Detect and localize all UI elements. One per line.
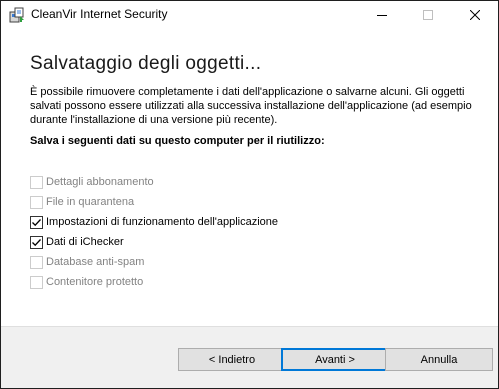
minimize-icon bbox=[377, 7, 387, 25]
wizard-footer: < Indietro Avanti > Annulla bbox=[1, 326, 498, 388]
checkmark-icon bbox=[32, 238, 41, 246]
window-title: CleanVir Internet Security bbox=[31, 7, 168, 21]
quarantine-files-checkbox bbox=[30, 195, 43, 209]
setup-installer-icon bbox=[9, 7, 25, 23]
antispam-database-checkbox bbox=[30, 255, 43, 269]
next-button[interactable]: Avanti > bbox=[281, 348, 389, 371]
option-ichecker-data[interactable]: Dati di iChecker bbox=[30, 232, 278, 252]
close-icon bbox=[469, 7, 481, 25]
option-app-settings[interactable]: Impostazioni di funzionamento dell'appli… bbox=[30, 212, 278, 232]
option-subscription-details: Dettagli abbonamento bbox=[30, 172, 278, 192]
option-quarantine-files: File in quarantena bbox=[30, 192, 278, 212]
option-label: File in quarantena bbox=[46, 196, 135, 208]
subscription-details-checkbox bbox=[30, 175, 43, 189]
option-label[interactable]: Dati di iChecker bbox=[46, 236, 124, 248]
cancel-button[interactable]: Annulla bbox=[385, 348, 493, 371]
checkmark-icon bbox=[32, 218, 41, 226]
ichecker-data-checkbox[interactable] bbox=[30, 235, 43, 249]
title-bar[interactable]: CleanVir Internet Security bbox=[1, 1, 498, 30]
protected-container-checkbox bbox=[30, 275, 43, 289]
option-label[interactable]: Impostazioni di funzionamento dell'appli… bbox=[46, 216, 278, 228]
options-heading: Salva i seguenti dati su questo computer… bbox=[30, 135, 325, 147]
back-button[interactable]: < Indietro bbox=[178, 348, 286, 371]
app-settings-checkbox[interactable] bbox=[30, 215, 43, 229]
option-antispam-database: Database anti-spam bbox=[30, 252, 278, 272]
page-description: È possibile rimuovere completamente i da… bbox=[30, 86, 472, 126]
minimize-button[interactable] bbox=[359, 1, 405, 30]
save-options-list: Dettagli abbonamento File in quarantena … bbox=[30, 172, 278, 292]
option-protected-container: Contenitore protetto bbox=[30, 272, 278, 292]
close-button[interactable] bbox=[452, 1, 498, 30]
option-label: Dettagli abbonamento bbox=[46, 176, 154, 188]
maximize-icon bbox=[423, 7, 433, 25]
page-title: Salvataggio degli oggetti... bbox=[30, 53, 262, 74]
option-label: Database anti-spam bbox=[46, 256, 145, 268]
installer-window: CleanVir Internet Security Salvataggio d… bbox=[0, 0, 499, 389]
option-label: Contenitore protetto bbox=[46, 276, 144, 288]
footer-divider bbox=[1, 326, 498, 327]
maximize-button[interactable] bbox=[405, 1, 451, 30]
